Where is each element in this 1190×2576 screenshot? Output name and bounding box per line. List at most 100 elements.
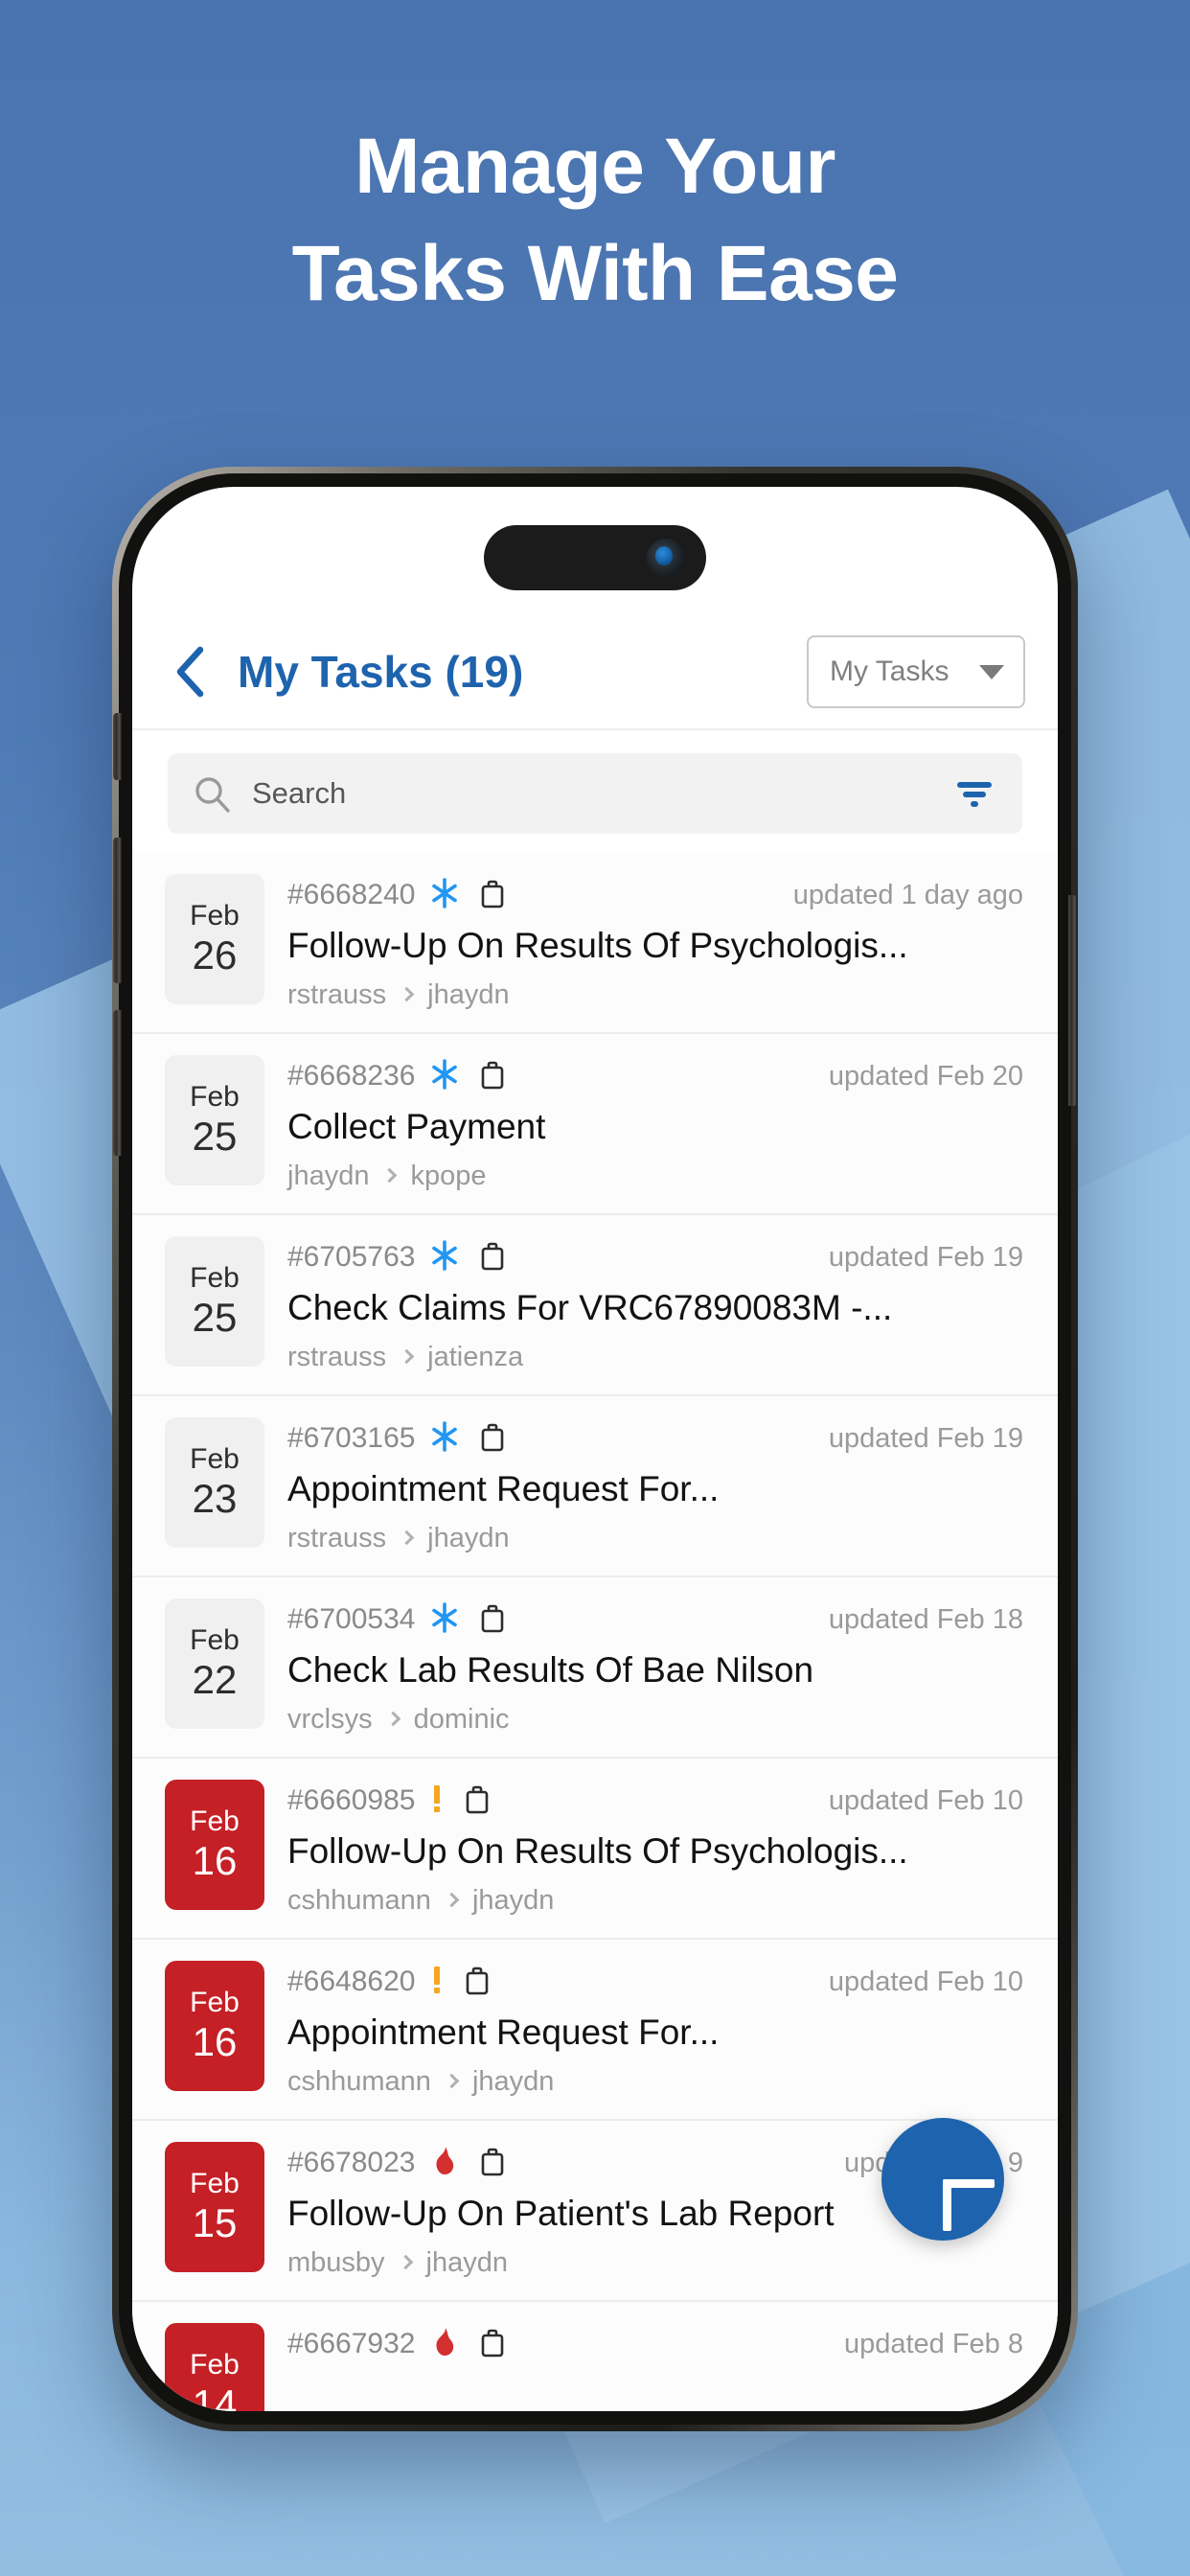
chevron-left-icon: [172, 646, 205, 698]
task-updated-time: updated Feb 8: [843, 2328, 1023, 2359]
task-people: mbusby jhaydn: [287, 2247, 1023, 2279]
task-type-icon: [476, 1239, 509, 1276]
task-priority-icon: [428, 2145, 461, 2182]
silent-switch-button[interactable]: [113, 713, 122, 780]
task-type-icon: [461, 1964, 493, 2001]
task-date-day: 23: [192, 1476, 238, 1522]
task-from-user: rstrauss: [287, 979, 387, 1010]
task-type-icon: [461, 1782, 493, 1820]
chevron-right-icon: [382, 1167, 398, 1184]
task-to-user: jhaydn: [425, 2247, 509, 2278]
task-updated-time: updated Feb 19: [828, 1422, 1023, 1454]
task-date-badge: Feb 16: [165, 1780, 264, 1910]
task-meta: #6648620 updated Feb 10: [287, 1963, 1023, 2001]
phone-screen: My Tasks (19) My Tasks Search Feb 26 #66…: [132, 487, 1058, 2411]
chevron-right-icon: [385, 1711, 400, 1727]
task-meta: #6703165 updated Feb 19: [287, 1419, 1023, 1458]
chevron-right-icon: [398, 2254, 413, 2270]
task-row[interactable]: Feb 16 #6660985 updated Feb 10 Follow-Up…: [132, 1759, 1058, 1940]
task-to-user: jhaydn: [427, 1523, 510, 1553]
task-row[interactable]: Feb 16 #6648620 updated Feb 10 Appointme…: [132, 1940, 1058, 2121]
task-to-user: kpope: [410, 1161, 487, 1191]
task-from-user: jhaydn: [287, 1161, 370, 1191]
dynamic-island: [484, 525, 706, 590]
task-id: #6668236: [287, 1060, 416, 1092]
task-row[interactable]: Feb 25 #6705763 updated Feb 19 Check Cla…: [132, 1215, 1058, 1396]
task-meta: #6668236 updated Feb 20: [287, 1057, 1023, 1095]
task-main: #6668240 updated 1 day ago Follow-Up On …: [287, 874, 1023, 1011]
task-meta: #6700534 updated Feb 18: [287, 1600, 1023, 1639]
task-date-badge: Feb 22: [165, 1598, 264, 1729]
task-to-user: dominic: [413, 1704, 510, 1735]
search-region: [132, 728, 1058, 853]
task-from-user: cshhumann: [287, 1885, 431, 1916]
task-date-day: 26: [192, 932, 238, 978]
task-to-user: jatienza: [427, 1342, 524, 1372]
filter-icon[interactable]: [953, 776, 995, 811]
app-header: My Tasks (19) My Tasks: [132, 615, 1058, 728]
headline-line-1: Manage Your: [355, 123, 835, 210]
promo-headline: Manage Your Tasks With Ease: [0, 113, 1190, 329]
task-main: #6705763 updated Feb 19 Check Claims For…: [287, 1236, 1023, 1373]
task-main: #6703165 updated Feb 19 Appointment Requ…: [287, 1417, 1023, 1554]
task-date-month: Feb: [190, 1624, 240, 1657]
task-date-badge: Feb 25: [165, 1236, 264, 1367]
task-priority-icon: [428, 1601, 461, 1639]
volume-up-button[interactable]: [113, 838, 122, 983]
search-input[interactable]: [252, 776, 932, 811]
task-row[interactable]: Feb 14 #6667932 updated Feb 8: [132, 2302, 1058, 2411]
chevron-right-icon: [399, 1530, 415, 1546]
task-main: #6648620 updated Feb 10 Appointment Requ…: [287, 1961, 1023, 2098]
task-date-day: 15: [192, 2200, 238, 2246]
task-date-badge: Feb 23: [165, 1417, 264, 1548]
task-people: cshhumann jhaydn: [287, 2066, 1023, 2098]
task-people: rstrauss jhaydn: [287, 1523, 1023, 1554]
task-people: vrclsys dominic: [287, 1704, 1023, 1736]
task-row[interactable]: Feb 22 #6700534 updated Feb 18 Check Lab…: [132, 1577, 1058, 1759]
chevron-right-icon: [399, 986, 415, 1002]
task-id: #6678023: [287, 2147, 416, 2178]
task-priority-icon: [428, 1420, 461, 1458]
task-to-user: jhaydn: [471, 1885, 555, 1916]
task-main: #6667932 updated Feb 8: [287, 2323, 1023, 2363]
task-updated-time: updated Feb 20: [828, 1060, 1023, 1092]
task-row[interactable]: Feb 23 #6703165 updated Feb 19 Appointme…: [132, 1396, 1058, 1577]
task-type-icon: [476, 877, 509, 914]
task-date-badge: Feb 16: [165, 1961, 264, 2091]
task-date-month: Feb: [190, 1262, 240, 1295]
task-id: #6667932: [287, 2328, 416, 2359]
task-row[interactable]: Feb 25 #6668236 updated Feb 20 Collect P…: [132, 1034, 1058, 1215]
task-priority-icon: [428, 1239, 461, 1276]
task-updated-time: updated Feb 18: [828, 1603, 1023, 1635]
task-date-month: Feb: [190, 1987, 240, 2019]
task-date-badge: Feb 25: [165, 1055, 264, 1185]
task-from-user: mbusby: [287, 2247, 385, 2278]
task-meta: #6705763 updated Feb 19: [287, 1238, 1023, 1276]
task-row[interactable]: Feb 26 #6668240 updated 1 day ago Follow…: [132, 853, 1058, 1034]
chevron-right-icon: [444, 1892, 460, 1908]
task-id: #6700534: [287, 1603, 416, 1635]
task-title: Follow-Up On Results Of Psychologis...: [287, 1831, 908, 1871]
volume-down-button[interactable]: [113, 1010, 122, 1156]
task-updated-time: updated Feb 10: [828, 1784, 1023, 1816]
back-button[interactable]: [157, 640, 220, 703]
power-button[interactable]: [1068, 895, 1077, 1106]
add-task-fab[interactable]: [881, 2118, 1004, 2241]
phone-body: My Tasks (19) My Tasks Search Feb 26 #66…: [113, 473, 1077, 2425]
task-title: Check Claims For VRC67890083M -...: [287, 1288, 893, 1327]
task-date-month: Feb: [190, 1081, 240, 1114]
task-title: Appointment Request For...: [287, 2012, 720, 2052]
task-date-day: 22: [192, 1657, 238, 1703]
task-date-day: 14: [192, 2381, 238, 2411]
task-people: rstrauss jatienza: [287, 1342, 1023, 1373]
task-date-month: Feb: [190, 900, 240, 932]
task-from-user: rstrauss: [287, 1523, 387, 1553]
task-id: #6660985: [287, 1784, 416, 1816]
task-title: Check Lab Results Of Bae Nilson: [287, 1650, 814, 1690]
task-date-badge: Feb 26: [165, 874, 264, 1004]
chevron-right-icon: [399, 1348, 415, 1365]
task-scope-select[interactable]: My Tasks: [807, 635, 1025, 708]
task-from-user: cshhumann: [287, 2066, 431, 2097]
search-bar[interactable]: [168, 753, 1022, 834]
task-people: jhaydn kpope: [287, 1161, 1023, 1192]
